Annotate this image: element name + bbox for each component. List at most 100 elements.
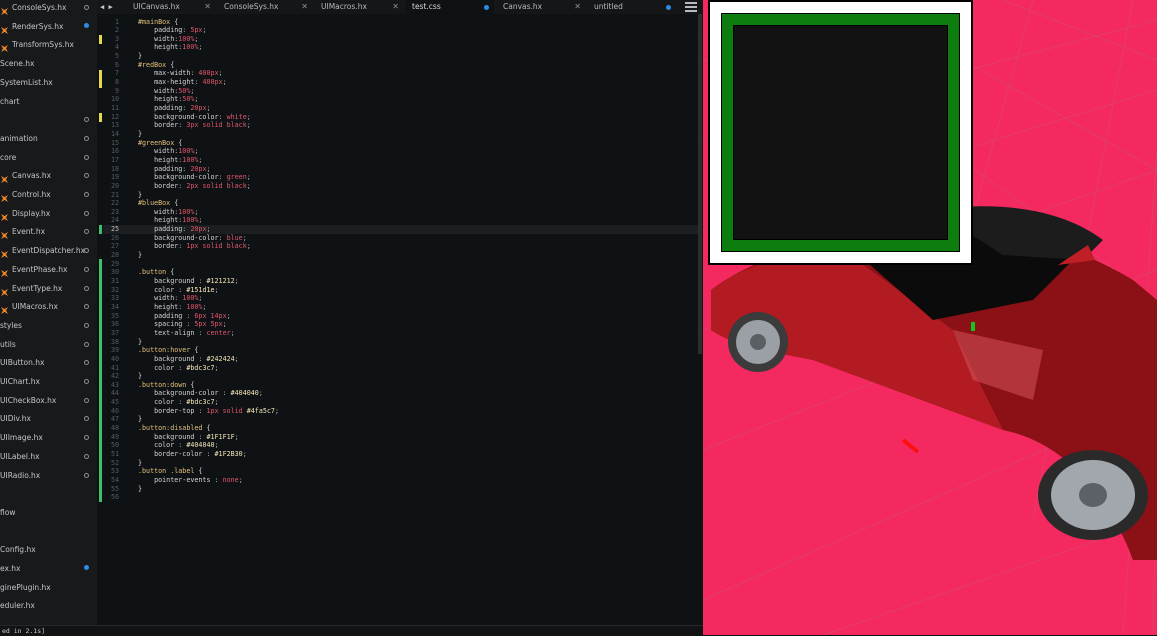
- code-line[interactable]: 15 #greenBox {: [103, 139, 701, 148]
- code-line[interactable]: 33 width: 100%;: [103, 294, 701, 303]
- code-line[interactable]: 7 max-width: 400px;: [103, 69, 701, 78]
- code-line[interactable]: 46 border-top : 1px solid #4fa5c7;: [103, 407, 701, 416]
- code-line[interactable]: 1 #mainBox {: [103, 18, 701, 27]
- unsaved-dot-icon[interactable]: [666, 5, 671, 10]
- code-line[interactable]: 19 background-color: green;: [103, 173, 701, 182]
- sidebar-item[interactable]: ex.hx: [0, 560, 97, 578]
- code-line[interactable]: 3 width:100%;: [103, 35, 701, 44]
- close-icon[interactable]: ✕: [392, 0, 399, 14]
- code-editor[interactable]: 1 #mainBox {2 padding: 5px; 3 width:100%; 4…: [103, 14, 703, 625]
- sidebar-item[interactable]: Config.hx: [0, 541, 97, 559]
- code-line[interactable]: 40 background : #242424;: [103, 355, 701, 364]
- code-line[interactable]: 29: [103, 260, 701, 269]
- sidebar-item[interactable]: animation: [0, 130, 97, 148]
- sidebar-item[interactable]: Display.hx: [0, 205, 97, 223]
- code-line[interactable]: 32 color : #151d1e;: [103, 286, 701, 295]
- code-line[interactable]: 14}: [103, 130, 701, 139]
- sidebar-item[interactable]: Canvas.hx: [0, 167, 97, 185]
- code-line[interactable]: 38}: [103, 338, 701, 347]
- code-line[interactable]: 13 border: 3px solid black;: [103, 121, 701, 130]
- code-line[interactable]: 12 background-color: white;: [103, 113, 701, 122]
- code-line[interactable]: 51 border-color : #1F2B30;: [103, 450, 701, 459]
- code-line[interactable]: 39 .button:hover {: [103, 346, 701, 355]
- unsaved-dot-icon[interactable]: [484, 5, 489, 10]
- code-line[interactable]: 56: [103, 493, 701, 502]
- render-viewport[interactable]: [703, 0, 1157, 635]
- code-line[interactable]: 26 background-color: blue;: [103, 234, 701, 243]
- sidebar-item[interactable]: EventPhase.hx: [0, 261, 97, 279]
- code-line[interactable]: 18 padding: 20px;: [103, 165, 701, 174]
- sidebar-item[interactable]: SystemList.hx: [0, 74, 97, 92]
- hamburger-menu-icon[interactable]: [685, 2, 697, 12]
- code-line[interactable]: 55}: [103, 485, 701, 494]
- sidebar-item[interactable]: Scene.hx: [0, 55, 97, 73]
- sidebar-item[interactable]: EventDispatcher.hx: [0, 242, 97, 260]
- sidebar-item[interactable]: TransformSys.hx: [0, 36, 97, 54]
- sidebar-item[interactable]: UIDiv.hx: [0, 410, 97, 428]
- sidebar-item[interactable]: UIRadio.hx: [0, 467, 97, 485]
- code-line[interactable]: 43 .button:down {: [103, 381, 701, 390]
- code-line[interactable]: 50 color : #404040;: [103, 441, 701, 450]
- sidebar-item[interactable]: [0, 523, 97, 541]
- sidebar-item[interactable]: ConsoleSys.hx: [0, 0, 97, 17]
- sidebar-item[interactable]: UIButton.hx: [0, 354, 97, 372]
- code-line[interactable]: 42}: [103, 372, 701, 381]
- sidebar-item[interactable]: UIMacros.hx: [0, 298, 97, 316]
- code-line[interactable]: 25 padding: 20px;: [103, 225, 701, 234]
- sidebar-item[interactable]: styles: [0, 317, 97, 335]
- code-line[interactable]: 11 padding: 20px;: [103, 104, 701, 113]
- sidebar-item[interactable]: RenderSys.hx: [0, 18, 97, 36]
- code-line[interactable]: 6 #redBox {: [103, 61, 701, 70]
- close-icon[interactable]: ✕: [204, 0, 211, 14]
- code-line[interactable]: 34 height: 100%;: [103, 303, 701, 312]
- sidebar-item[interactable]: flow: [0, 504, 97, 522]
- code-line[interactable]: 31 background : #121212;: [103, 277, 701, 286]
- code-line[interactable]: 23 width:100%;: [103, 208, 701, 217]
- sidebar-item[interactable]: [0, 111, 97, 129]
- sidebar-item[interactable]: UICheckBox.hx: [0, 392, 97, 410]
- code-line[interactable]: 37 text-align : center;: [103, 329, 701, 338]
- code-line[interactable]: 35 padding : 6px 14px;: [103, 312, 701, 321]
- sidebar-item[interactable]: eduler.hx: [0, 597, 97, 615]
- code-line[interactable]: 45 color : #bdc3c7;: [103, 398, 701, 407]
- sidebar-item[interactable]: core: [0, 149, 97, 167]
- code-line[interactable]: 4 height:100%;: [103, 43, 701, 52]
- code-line[interactable]: 22 #blueBox {: [103, 199, 701, 208]
- tab-nav[interactable]: ◀ ▶: [100, 0, 113, 14]
- code-line[interactable]: 48 .button:disabled {: [103, 424, 701, 433]
- sidebar-item[interactable]: Event.hx: [0, 223, 97, 241]
- code-line[interactable]: 2 padding: 5px;: [103, 26, 701, 35]
- code-line[interactable]: 10 height:50%;: [103, 95, 701, 104]
- sidebar-item[interactable]: UIChart.hx: [0, 373, 97, 391]
- code-line[interactable]: 41 color : #bdc3c7;: [103, 364, 701, 373]
- code-line[interactable]: 21}: [103, 191, 701, 200]
- code-line[interactable]: 20 border: 2px solid black;: [103, 182, 701, 191]
- sidebar-item[interactable]: utils: [0, 336, 97, 354]
- code-line[interactable]: 44 background-color : #404040;: [103, 389, 701, 398]
- sidebar-item[interactable]: EventType.hx: [0, 280, 97, 298]
- tab-0[interactable]: UICanvas.hx ✕: [127, 0, 215, 14]
- code-line[interactable]: 5}: [103, 52, 701, 61]
- code-line[interactable]: 28}: [103, 251, 701, 260]
- code-line[interactable]: 54 pointer-events : none;: [103, 476, 701, 485]
- close-icon[interactable]: ✕: [574, 0, 581, 14]
- close-icon[interactable]: ✕: [301, 0, 308, 14]
- code-line[interactable]: 9 width:50%;: [103, 87, 701, 96]
- tab-back-arrow-icon[interactable]: ◀: [100, 3, 104, 11]
- code-line[interactable]: 27 border: 1px solid black;: [103, 242, 701, 251]
- code-line[interactable]: 52}: [103, 459, 701, 468]
- sidebar-item[interactable]: Control.hx: [0, 186, 97, 204]
- tab-2[interactable]: UIMacros.hx ✕: [315, 0, 403, 14]
- sidebar-item[interactable]: [0, 485, 97, 503]
- tab-3[interactable]: test.css: [406, 0, 494, 14]
- code-line[interactable]: 17 height:100%;: [103, 156, 701, 165]
- sidebar-item[interactable]: chart: [0, 93, 97, 111]
- sidebar-item[interactable]: ginePlugin.hx: [0, 579, 97, 597]
- code-line[interactable]: 36 spacing : 5px 5px;: [103, 320, 701, 329]
- code-line[interactable]: 53 .button .label {: [103, 467, 701, 476]
- sidebar-item[interactable]: UILabel.hx: [0, 448, 97, 466]
- tab-4[interactable]: Canvas.hx ✕: [497, 0, 585, 14]
- tab-forward-arrow-icon[interactable]: ▶: [108, 3, 112, 11]
- code-line[interactable]: 16 width:100%;: [103, 147, 701, 156]
- editor-scrollbar[interactable]: [698, 14, 702, 354]
